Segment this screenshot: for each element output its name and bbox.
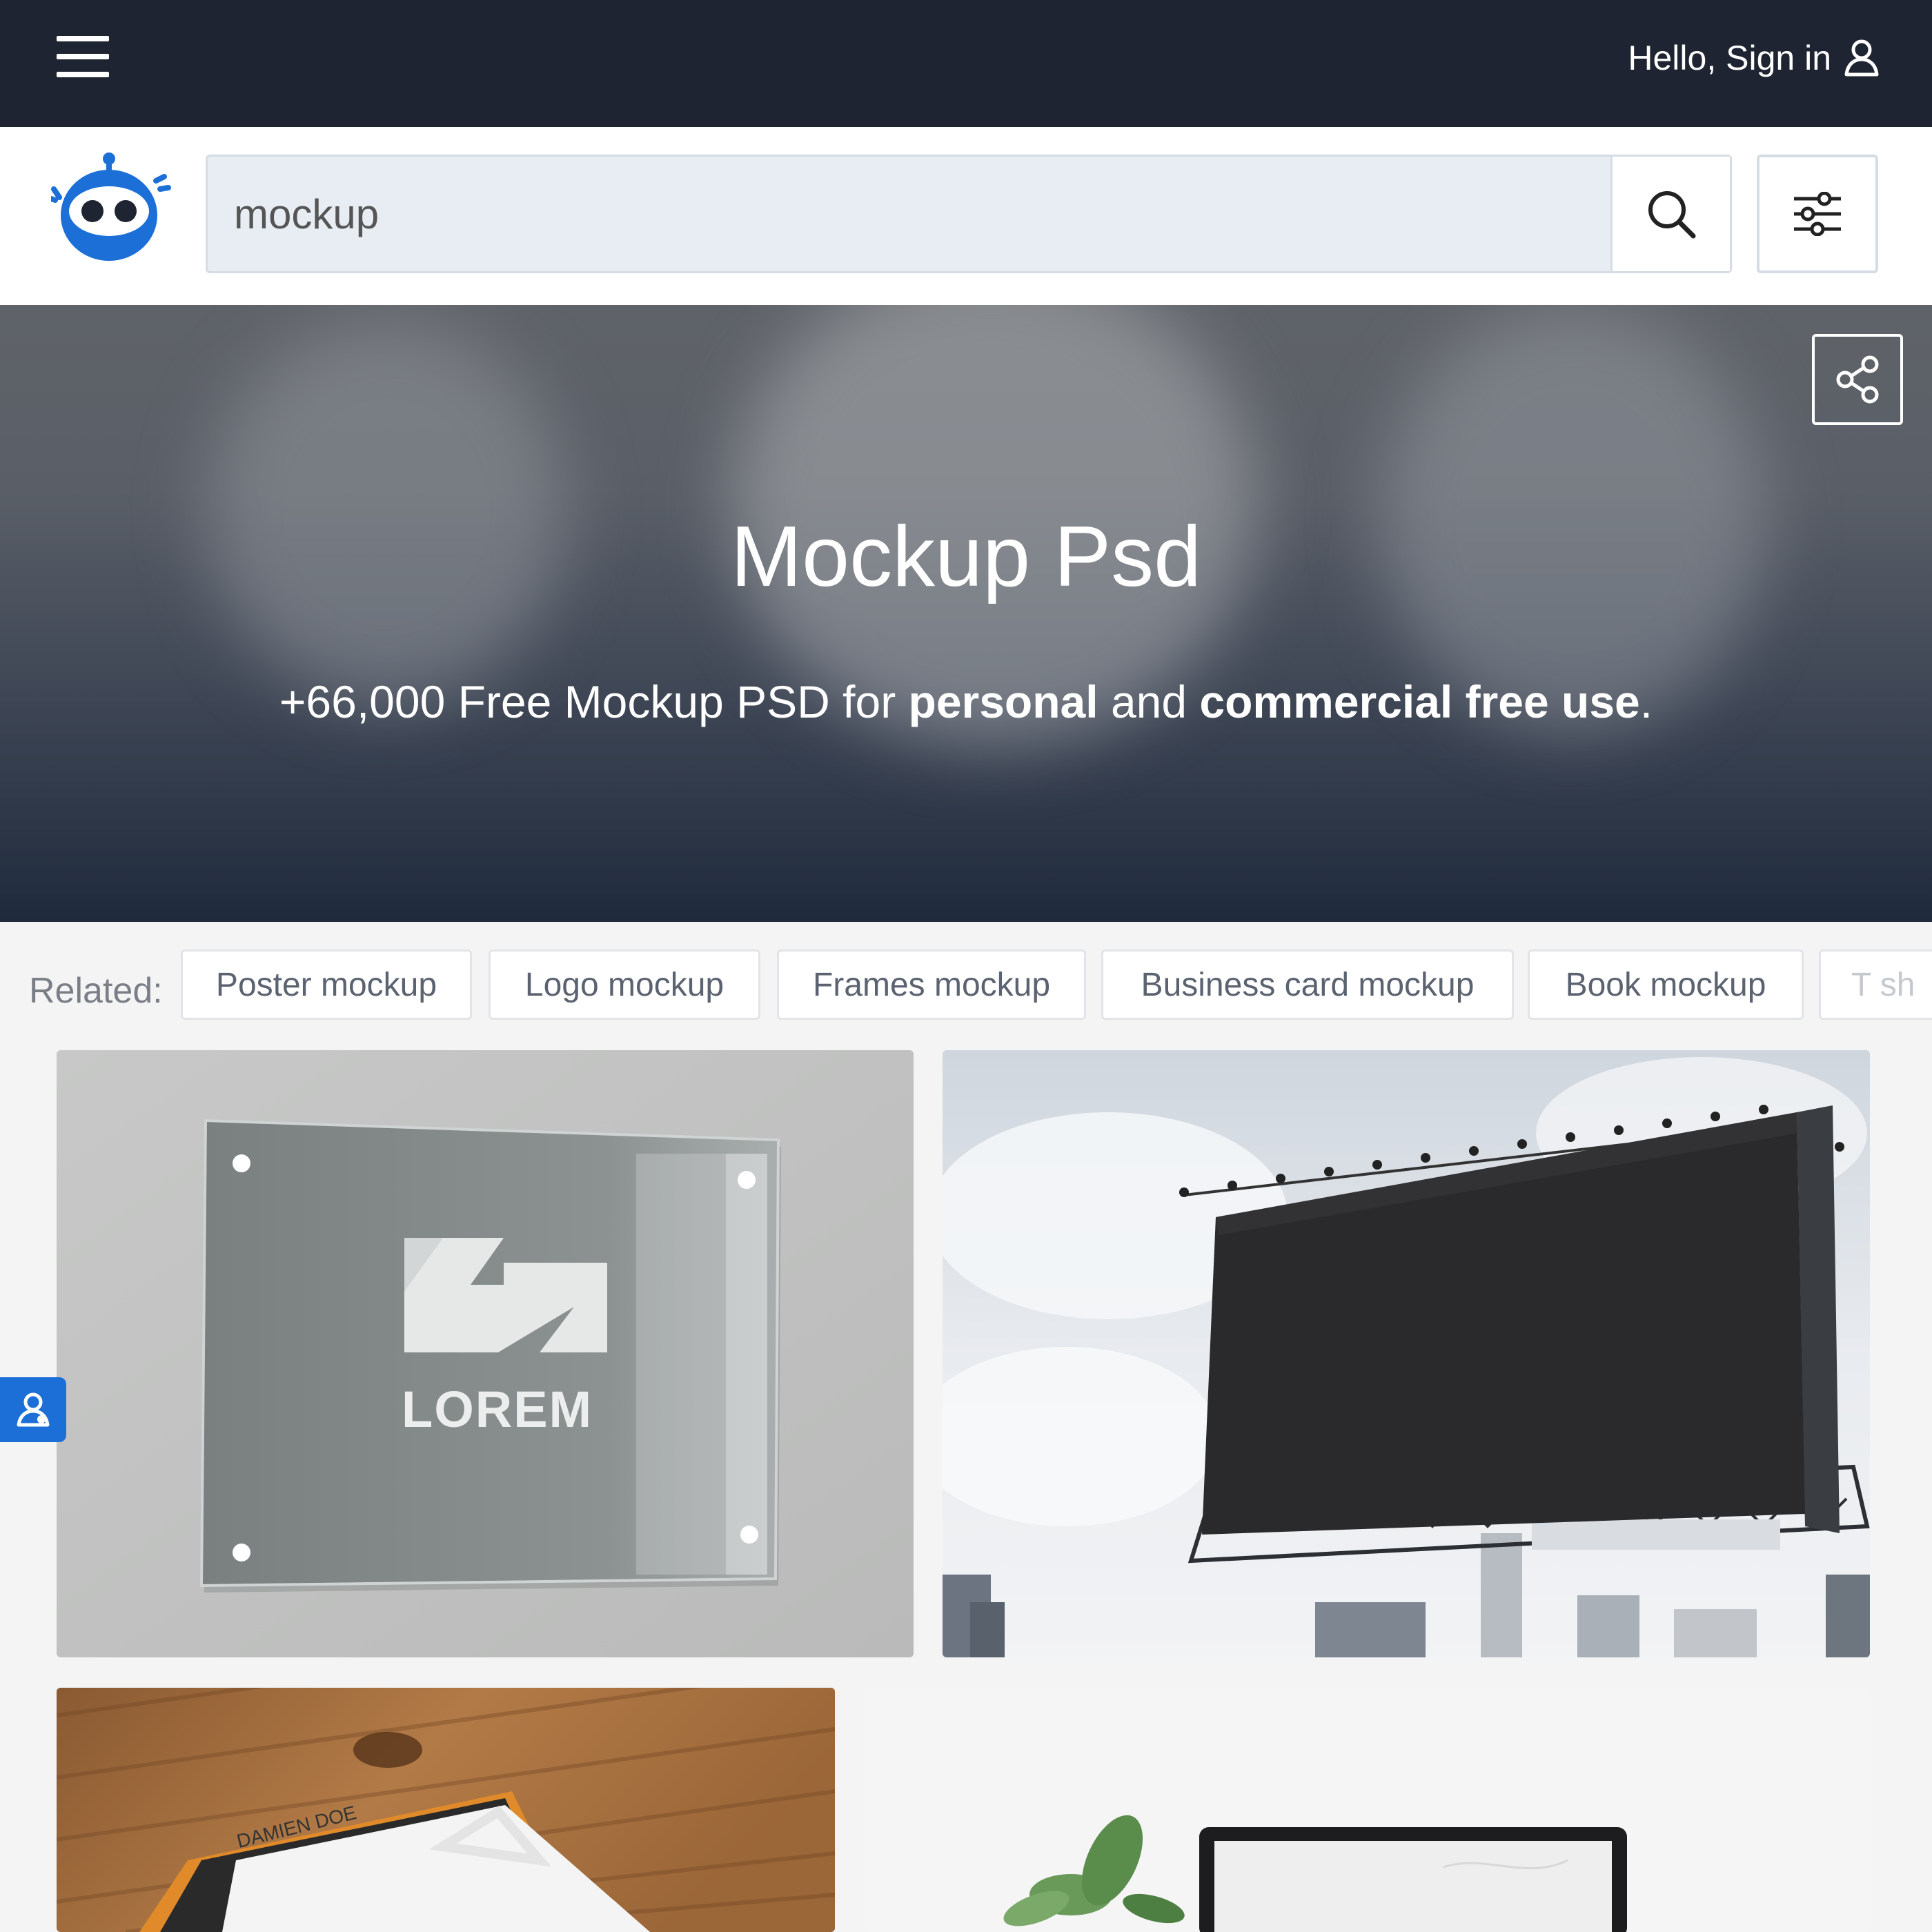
business-card-image bbox=[57, 1688, 835, 1932]
related-chip[interactable]: Poster mockup bbox=[181, 949, 472, 1020]
menu-icon[interactable] bbox=[57, 36, 109, 77]
glass-sign-image bbox=[57, 1050, 914, 1657]
search-icon bbox=[1648, 191, 1696, 239]
search-input[interactable] bbox=[234, 157, 1600, 271]
share-icon bbox=[1836, 355, 1879, 404]
related-label: Related: bbox=[29, 971, 163, 1011]
billboard-image bbox=[943, 1050, 1870, 1657]
contact-icon bbox=[17, 1392, 50, 1427]
mockup-card-laptop[interactable] bbox=[864, 1688, 1870, 1932]
search-field bbox=[206, 155, 1732, 273]
related-tags: Related: Poster mockup Logo mockup Frame… bbox=[0, 922, 1932, 1032]
hero-subtitle: +66,000 Free Mockup PSD for personal and… bbox=[0, 671, 1932, 733]
user-icon bbox=[1844, 39, 1879, 77]
subtitle-text: . bbox=[1639, 676, 1653, 727]
hero-banner: Mockup Psd bbox=[0, 305, 1932, 922]
glass-sign-text: LOREM bbox=[402, 1381, 593, 1438]
logo-robot-icon[interactable] bbox=[51, 149, 172, 270]
contact-side-tab[interactable] bbox=[0, 1377, 66, 1442]
filters-button[interactable] bbox=[1757, 155, 1878, 273]
related-chip[interactable]: Frames mockup bbox=[777, 949, 1086, 1020]
mockup-card-glass-sign[interactable]: LOREM bbox=[57, 1050, 914, 1657]
subtitle-bold-personal: personal bbox=[908, 676, 1098, 727]
sliders-icon bbox=[1794, 192, 1841, 236]
page-title: Mockup Psd bbox=[730, 509, 1202, 604]
related-chip[interactable]: Book mockup bbox=[1528, 949, 1804, 1020]
subtitle-text: +66,000 Free Mockup PSD for bbox=[279, 676, 909, 727]
search-header bbox=[0, 127, 1932, 305]
mockup-card-business-card[interactable]: DAMIEN DOE bbox=[57, 1688, 835, 1932]
laptop-image bbox=[864, 1688, 1870, 1932]
top-bar: Hello, Sign in bbox=[0, 0, 1932, 127]
search-button[interactable] bbox=[1610, 157, 1730, 271]
sign-in-label: Hello, Sign in bbox=[1628, 39, 1831, 77]
subtitle-text: and bbox=[1098, 676, 1200, 727]
related-chip[interactable]: Logo mockup bbox=[489, 949, 760, 1020]
subtitle-bold-commercial: commercial free use bbox=[1199, 676, 1640, 727]
sign-in-link[interactable]: Hello, Sign in bbox=[1628, 36, 1880, 80]
mockup-card-billboard[interactable] bbox=[943, 1050, 1870, 1657]
share-button[interactable] bbox=[1812, 334, 1903, 425]
related-chip[interactable]: Business card mockup bbox=[1101, 949, 1514, 1020]
related-chip[interactable]: T sh bbox=[1819, 949, 1932, 1020]
